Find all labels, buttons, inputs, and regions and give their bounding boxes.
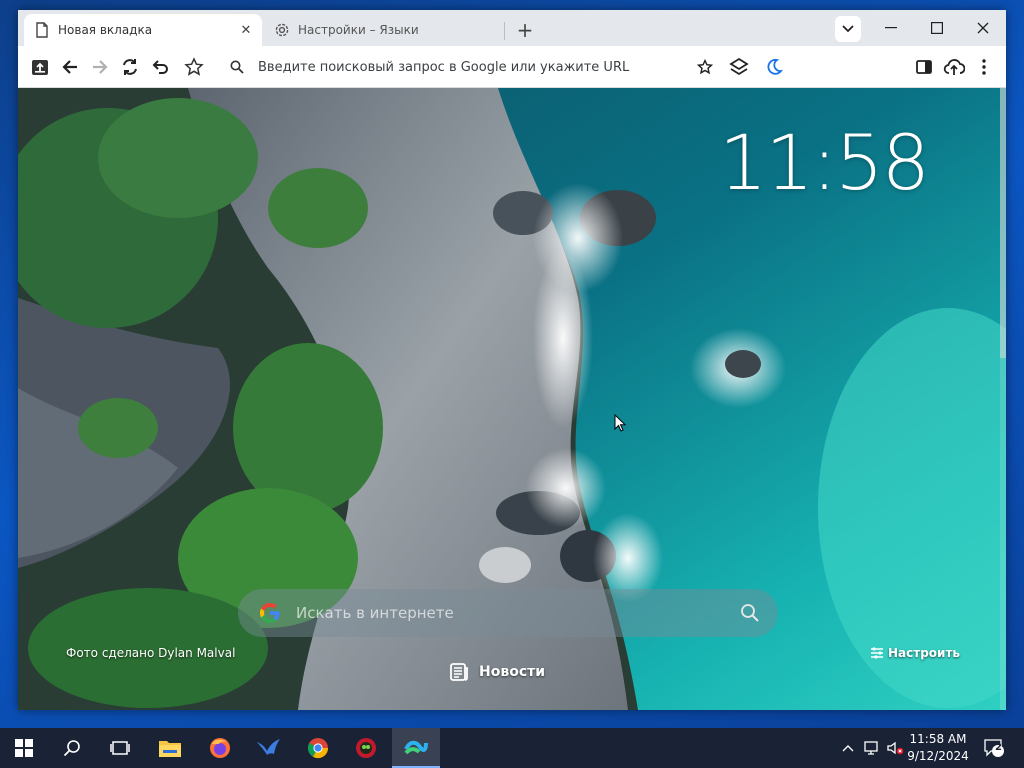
search-icon	[228, 58, 246, 76]
taskbar-time: 11:58 AM	[909, 732, 967, 746]
google-logo-icon	[258, 601, 282, 625]
undo-icon	[152, 60, 168, 74]
close-window-button[interactable]	[960, 10, 1006, 46]
notification-count: 2	[995, 742, 1002, 753]
minimize-button[interactable]	[868, 10, 914, 46]
start-button[interactable]	[0, 728, 48, 768]
task-view-button[interactable]	[96, 728, 144, 768]
reload-icon	[123, 59, 137, 75]
photo-credit[interactable]: Фото сделано Dylan Malval	[66, 646, 235, 660]
news-button[interactable]: Новости	[448, 660, 545, 684]
desktop-background	[0, 0, 18, 728]
tab-new-tab[interactable]: Новая вкладка ✕	[24, 14, 262, 46]
extension-button[interactable]	[725, 53, 753, 81]
gear-icon	[274, 22, 290, 38]
browser-wave-icon	[404, 740, 428, 755]
active-browser-button[interactable]	[392, 728, 440, 768]
omnibox[interactable]	[218, 52, 768, 82]
notification-center-button[interactable]: 2	[980, 728, 1008, 768]
mouse-cursor-icon	[614, 414, 626, 432]
bird-icon	[257, 739, 280, 755]
tab-search-button[interactable]	[835, 16, 861, 42]
firefox-icon	[210, 738, 230, 758]
new-tab-page: 11:58 Фото сделано Dylan Malval Новости …	[18, 88, 1006, 710]
maximize-icon	[931, 22, 943, 34]
toolbar	[18, 46, 1006, 88]
taskbar: 11:58 AM 9/12/2024 2	[0, 728, 1024, 768]
customize-label: Настроить	[888, 646, 960, 660]
star-outline-icon	[184, 57, 204, 76]
tab-manager-button[interactable]	[26, 53, 54, 81]
close-icon	[977, 22, 989, 34]
windows-logo-icon	[15, 739, 33, 757]
search-icon[interactable]	[740, 603, 760, 623]
new-tab-button[interactable]: +	[511, 16, 539, 44]
search-button[interactable]	[48, 728, 96, 768]
customize-button[interactable]: Настроить	[870, 646, 960, 660]
scrollbar-thumb[interactable]	[1000, 88, 1006, 358]
forward-button[interactable]	[86, 53, 114, 81]
search-icon	[63, 740, 80, 757]
tab-strip: Новая вкладка ✕ Настройки – Языки +	[18, 10, 1006, 46]
sliders-icon	[871, 647, 883, 659]
search-box[interactable]	[238, 589, 778, 637]
moon-icon	[767, 58, 783, 75]
close-tab-icon[interactable]: ✕	[236, 20, 256, 40]
file-explorer-button[interactable]	[146, 728, 194, 768]
chrome-icon	[307, 738, 329, 759]
clock: 11:58	[718, 118, 930, 207]
chevron-up-icon	[842, 745, 854, 752]
tab-title: Настройки – Языки	[298, 23, 419, 37]
maximize-button[interactable]	[914, 10, 960, 46]
tab-separator	[504, 22, 505, 40]
page-scrollbar[interactable]	[1000, 88, 1006, 710]
taskbar-clock[interactable]: 11:58 AM 9/12/2024	[900, 731, 976, 765]
arrow-right-icon	[93, 60, 108, 74]
minimize-icon	[885, 27, 897, 29]
star-outline-icon	[697, 59, 713, 75]
page-icon	[34, 22, 50, 38]
bookmark-page-button[interactable]	[691, 53, 719, 81]
side-panel-button[interactable]	[910, 53, 938, 81]
back-button[interactable]	[56, 53, 84, 81]
opera-gx-button[interactable]	[342, 728, 390, 768]
folder-icon	[159, 741, 181, 757]
bookmarks-button[interactable]	[180, 53, 208, 81]
dark-mode-button[interactable]	[760, 53, 788, 81]
news-label: Новости	[479, 664, 546, 680]
browser-window: Новая вкладка ✕ Настройки – Языки + Введ…	[18, 10, 1006, 710]
firefox-button[interactable]	[196, 728, 244, 768]
chrome-button[interactable]	[294, 728, 342, 768]
opera-gx-icon	[356, 738, 376, 758]
newspaper-icon	[450, 663, 468, 681]
chevron-down-icon	[842, 25, 854, 33]
cloud-upload-icon	[943, 59, 965, 75]
tab-settings-languages[interactable]: Настройки – Языки	[264, 14, 504, 46]
reload-button[interactable]	[116, 53, 144, 81]
menu-button[interactable]	[970, 53, 998, 81]
undo-close-tab-button[interactable]	[146, 53, 174, 81]
network-icon[interactable]	[860, 728, 882, 768]
side-panel-icon	[916, 60, 932, 74]
tab-manager-icon	[32, 60, 48, 75]
show-hidden-icons-button[interactable]	[838, 728, 858, 768]
tab-title: Новая вкладка	[58, 23, 153, 37]
taskbar-date: 9/12/2024	[907, 749, 969, 763]
layers-icon	[729, 57, 749, 76]
cloud-upload-button[interactable]	[940, 53, 968, 81]
omnibox-input[interactable]	[258, 59, 698, 75]
more-vertical-icon	[982, 59, 986, 75]
task-view-icon	[110, 741, 130, 755]
arrow-left-icon	[62, 60, 77, 74]
falkon-button[interactable]	[244, 728, 292, 768]
search-input[interactable]	[296, 604, 740, 622]
